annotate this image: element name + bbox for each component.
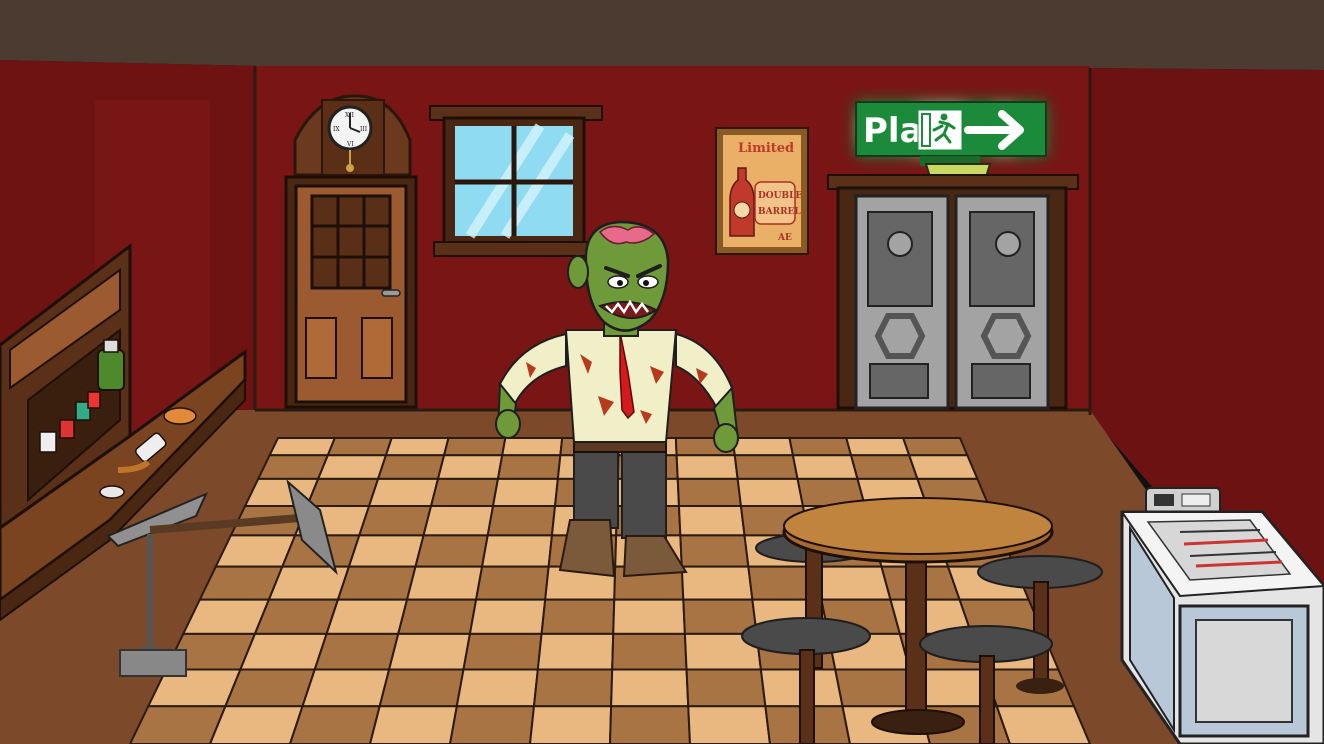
poster-brand-line: DOUBLE bbox=[758, 191, 802, 201]
room-canvas: XII III VI IX Limited DOUBLE BARREL AE P… bbox=[0, 0, 1324, 744]
wooden-door[interactable] bbox=[284, 175, 418, 409]
floor-tile bbox=[813, 565, 892, 601]
floor-tile bbox=[687, 705, 772, 744]
floor-tile bbox=[223, 668, 317, 708]
poster-mark: AE bbox=[777, 233, 792, 243]
floor-tile bbox=[305, 477, 380, 507]
floor-tile bbox=[679, 534, 750, 568]
floor-tile bbox=[288, 705, 381, 744]
game-scene: XII III VI IX Limited DOUBLE BARREL AE P… bbox=[0, 0, 1324, 744]
floor-tile bbox=[336, 565, 417, 601]
floor-tile bbox=[736, 477, 805, 507]
floor-tile bbox=[448, 705, 536, 744]
floor-tile bbox=[680, 565, 754, 601]
floor-tile bbox=[414, 534, 489, 568]
poster-title: Limited bbox=[738, 141, 794, 156]
floor-tile bbox=[384, 437, 450, 457]
floor-tile bbox=[253, 598, 340, 635]
floor-tile bbox=[455, 668, 539, 708]
floor-tile bbox=[347, 534, 425, 568]
floor-tile bbox=[313, 632, 400, 671]
floor-tile bbox=[995, 705, 1092, 744]
floor-tile bbox=[316, 454, 388, 480]
floor-tile bbox=[540, 598, 616, 635]
window bbox=[429, 105, 603, 257]
floor-tile bbox=[367, 477, 440, 507]
floor-tile bbox=[685, 668, 767, 708]
floor-tile bbox=[387, 632, 472, 671]
floor-tile bbox=[676, 477, 743, 507]
floor-tile bbox=[608, 705, 692, 744]
floor-tile bbox=[486, 504, 557, 537]
floor-tile bbox=[301, 668, 391, 708]
floor-tile bbox=[845, 437, 911, 457]
floor-tile bbox=[474, 565, 550, 601]
floor-tile bbox=[422, 504, 495, 537]
floor-tile bbox=[462, 632, 543, 671]
floor-tile bbox=[378, 668, 465, 708]
floor-tile bbox=[442, 437, 507, 457]
floor-tile bbox=[396, 598, 478, 635]
floor-tile bbox=[376, 454, 446, 480]
floor-tile bbox=[528, 705, 613, 744]
floor-tile bbox=[405, 565, 484, 601]
floor-tile bbox=[611, 632, 688, 671]
floor-tile bbox=[429, 477, 500, 507]
play-exit-sign[interactable]: Play bbox=[855, 101, 1047, 157]
floor-tile bbox=[468, 598, 547, 635]
poster-brand-line: BARREL bbox=[758, 207, 801, 217]
floor-tile bbox=[501, 437, 564, 457]
floor-tile bbox=[677, 504, 746, 537]
floor-tile bbox=[256, 454, 330, 480]
floor-tile bbox=[480, 534, 554, 568]
floor-tile bbox=[436, 454, 504, 480]
floor-tile bbox=[733, 454, 799, 480]
floor-tile bbox=[208, 705, 304, 744]
floor-tile bbox=[610, 668, 690, 708]
floor-tile bbox=[326, 437, 394, 457]
floor-tile bbox=[368, 705, 459, 744]
clock-numeral: III bbox=[360, 126, 368, 133]
clock-numeral: XII bbox=[345, 112, 355, 119]
floor-tile bbox=[907, 454, 979, 480]
floor-tile bbox=[788, 437, 853, 457]
floor-tile bbox=[491, 477, 559, 507]
floor-tile bbox=[791, 454, 859, 480]
floor-tile bbox=[849, 454, 919, 480]
floor-tile bbox=[731, 437, 795, 457]
poster: Limited DOUBLE BARREL AE bbox=[715, 127, 809, 255]
floor-tile bbox=[325, 598, 409, 635]
floor-tile bbox=[901, 437, 969, 457]
double-doors[interactable] bbox=[827, 174, 1079, 410]
floor-tile bbox=[238, 632, 328, 671]
floor-tile bbox=[612, 598, 686, 635]
clock-numeral: VI bbox=[346, 141, 354, 148]
floor-tile bbox=[536, 632, 615, 671]
clock-numeral: IX bbox=[333, 126, 340, 133]
floor-tile bbox=[357, 504, 433, 537]
floor-tile bbox=[268, 437, 337, 457]
ceiling bbox=[0, 0, 1324, 70]
floor-tile bbox=[496, 454, 562, 480]
door-handle[interactable] bbox=[381, 289, 401, 297]
floor-tile bbox=[675, 454, 739, 480]
floor-tile bbox=[532, 668, 614, 708]
